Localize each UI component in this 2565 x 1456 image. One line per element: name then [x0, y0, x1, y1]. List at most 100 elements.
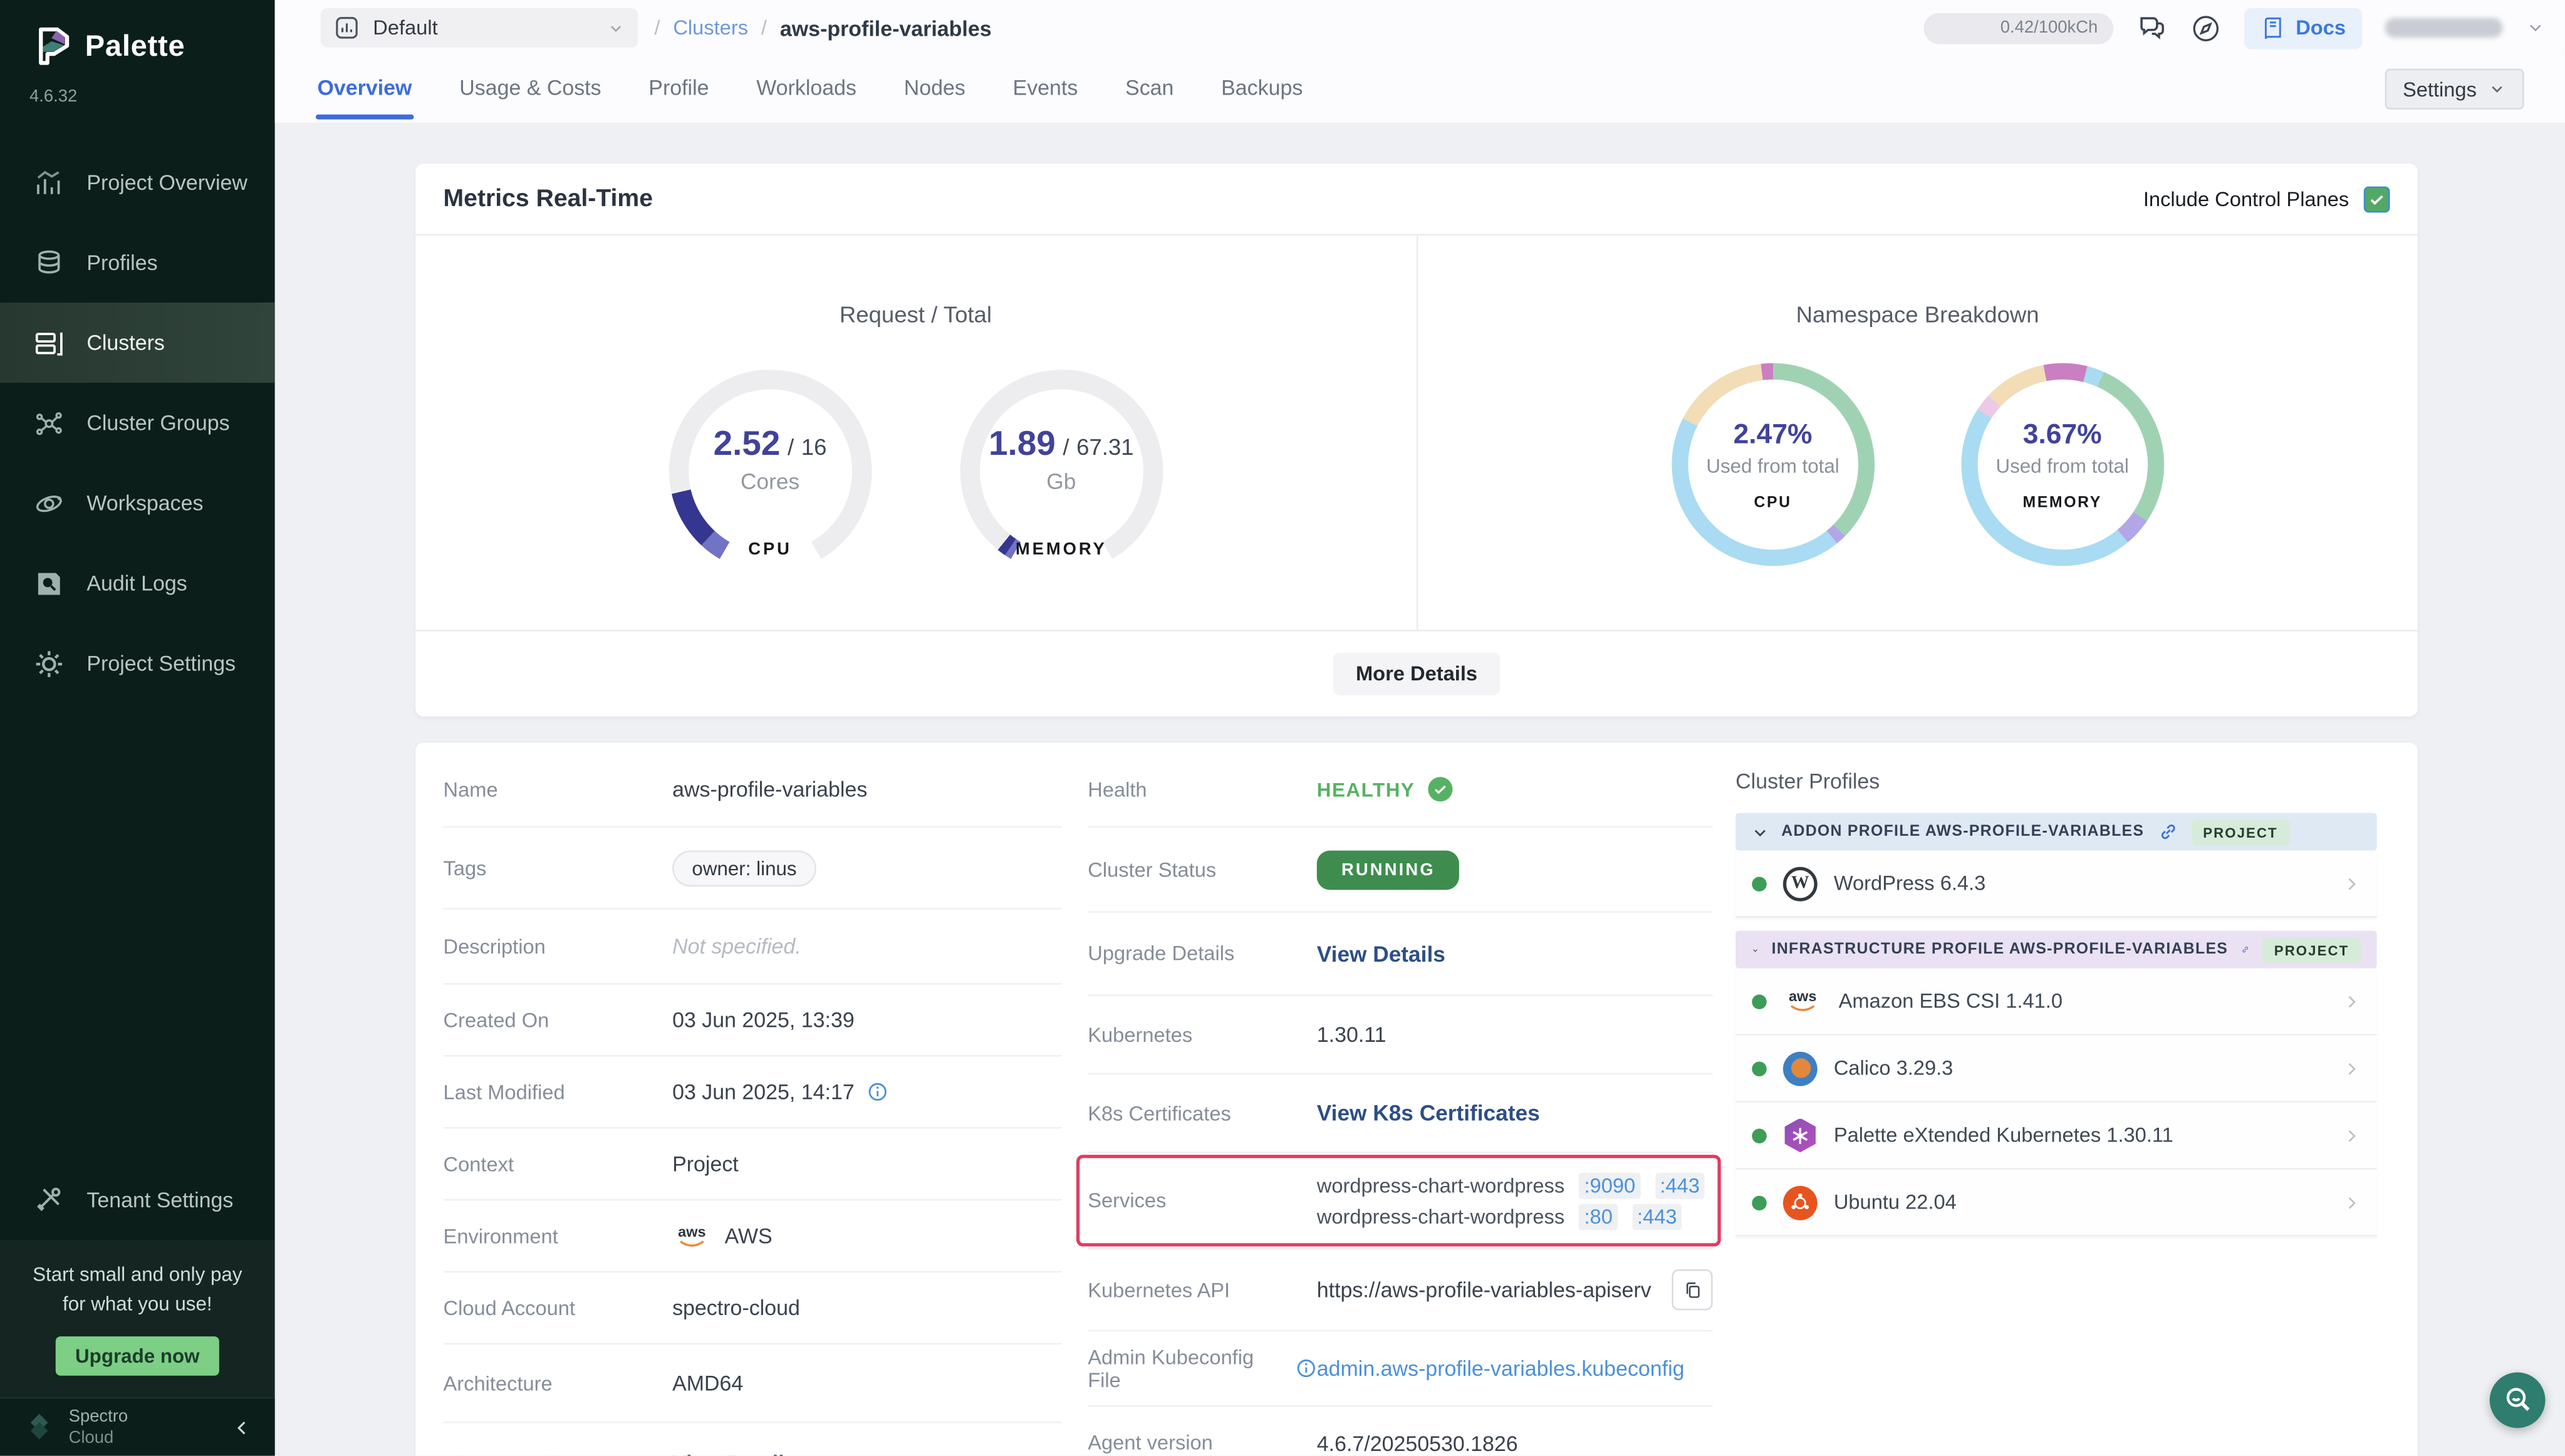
sidebar-item-label: Audit Logs [86, 571, 187, 595]
tab-overview[interactable]: Overview [316, 59, 414, 120]
include-control-planes-checkbox[interactable] [2364, 185, 2390, 212]
cpu-request-gauge: 2.52 / 16 Cores CPU [669, 370, 871, 573]
user-chevron-down-icon[interactable] [2526, 18, 2545, 38]
docs-button[interactable]: Docs [2245, 8, 2362, 48]
status-dot [1752, 1195, 1766, 1209]
chevron-down-icon [607, 19, 625, 37]
kubeconfig-download-link[interactable]: admin.aws-profile-variables.kubeconfig [1317, 1356, 1685, 1380]
content: Metrics Real-Time Include Control Planes… [275, 123, 2565, 1456]
app-version: 4.6.32 [0, 73, 275, 106]
brand: Palette [0, 0, 275, 73]
sidebar-item-tenant-settings[interactable]: Tenant Settings [0, 1160, 275, 1240]
gauge-label: MEMORY [960, 540, 1163, 559]
request-total-panel: Request / Total 2.52 / 16 Cores CPU [415, 236, 1417, 630]
status-dot [1752, 1061, 1766, 1075]
info-icon[interactable] [868, 1081, 889, 1103]
scope-label: Default [373, 16, 593, 39]
check-icon [2369, 190, 2385, 207]
cpu-namespace-donut: 2.47% Used from total CPU [1672, 363, 1875, 566]
profile-layer-amazon-ebs-csi[interactable]: aws Amazon EBS CSI 1.41.0 [1735, 969, 2376, 1036]
sidebar-item-workspaces[interactable]: Workspaces [0, 463, 275, 543]
profile-layer-wordpress[interactable]: W WordPress 6.4.3 [1735, 851, 2376, 918]
tab-nodes[interactable]: Nodes [902, 59, 967, 120]
chevron-right-icon [2343, 875, 2361, 893]
ubuntu-logo [1783, 1185, 1818, 1220]
copy-icon[interactable] [1672, 1269, 1712, 1310]
audit-doc-icon [33, 567, 65, 600]
calico-logo [1783, 1051, 1818, 1086]
profile-layer-ubuntu[interactable]: Ubuntu 22.04 [1735, 1170, 2376, 1237]
tab-events[interactable]: Events [1011, 59, 1080, 120]
wordpress-logo: W [1783, 866, 1818, 900]
help-search-button[interactable] [2490, 1373, 2546, 1428]
row-cluster-settings: Cluster Settings View Details [444, 1423, 1062, 1455]
row-created-on: Created On 03 Jun 2025, 13:39 [444, 985, 1062, 1057]
sidebar: Palette 4.6.32 Project Overview Profiles… [0, 0, 275, 1456]
sidebar-item-label: Project Settings [86, 651, 236, 675]
compass-icon[interactable] [2191, 13, 2222, 44]
row-health: Health HEALTHY [1088, 752, 1712, 828]
layers-icon [33, 246, 65, 279]
tab-profile[interactable]: Profile [647, 59, 710, 120]
sidebar-item-clusters[interactable]: Clusters [0, 303, 275, 383]
sidebar-item-label: Profiles [86, 250, 157, 274]
more-details-button[interactable]: More Details [1333, 653, 1500, 695]
gear-icon [33, 647, 65, 680]
sidebar-item-label: Cluster Groups [86, 410, 229, 435]
sidebar-item-audit-logs[interactable]: Audit Logs [0, 543, 275, 623]
memory-request-gauge: 1.89 / 67.31 Gb MEMORY [960, 370, 1163, 573]
service-port-link[interactable]: :9090 [1579, 1172, 1640, 1199]
server-icon [33, 326, 65, 359]
sidebar-item-label: Tenant Settings [86, 1187, 233, 1212]
sidebar-item-label: Workspaces [86, 491, 203, 515]
sidebar-item-profiles[interactable]: Profiles [0, 222, 275, 303]
metrics-title: Metrics Real-Time [444, 185, 653, 212]
network-icon [33, 407, 65, 439]
sidebar-item-label: Project Overview [86, 170, 247, 195]
orbit-icon [33, 487, 65, 519]
chevron-right-icon [2343, 1126, 2361, 1145]
service-port-link[interactable]: :443 [1632, 1203, 1682, 1229]
cluster-settings-view-details-link[interactable]: View Details [672, 1451, 796, 1456]
chevron-down-icon [1752, 942, 1758, 958]
status-dot [1752, 994, 1766, 1008]
collapse-sidebar-icon[interactable] [232, 1417, 252, 1437]
gauge-label: CPU [669, 540, 871, 559]
upgrade-now-button[interactable]: Upgrade now [56, 1336, 219, 1376]
main-area: Default / Clusters / aws-profile-variabl… [275, 0, 2565, 1456]
link-icon [2241, 939, 2250, 960]
scope-chart-icon [334, 14, 360, 41]
healthy-check-icon [1428, 777, 1452, 801]
top-bar: Default / Clusters / aws-profile-variabl… [275, 0, 2565, 56]
chat-icon[interactable] [2137, 13, 2168, 44]
tab-usage-costs[interactable]: Usage & Costs [458, 59, 603, 120]
tab-scan[interactable]: Scan [1123, 59, 1175, 120]
breadcrumb-current: aws-profile-variables [780, 16, 992, 40]
project-scope-selector[interactable]: Default [321, 8, 638, 48]
sidebar-footer: Spectro Cloud [0, 1397, 275, 1456]
cluster-settings-button[interactable]: Settings [2385, 69, 2524, 110]
service-port-link[interactable]: :443 [1655, 1172, 1704, 1199]
palette-app: Palette 4.6.32 Project Overview Profiles… [0, 0, 2565, 1456]
docs-label: Docs [2296, 16, 2346, 39]
profile-layer-calico[interactable]: Calico 3.29.3 [1735, 1036, 2376, 1103]
breadcrumb-clusters-link[interactable]: Clusters [673, 16, 748, 39]
sidebar-item-project-overview[interactable]: Project Overview [0, 142, 275, 222]
infrastructure-profile-group-header[interactable]: INFRASTRUCTURE PROFILE AWS-PROFILE-VARIA… [1735, 931, 2376, 969]
footer-brand: Spectro Cloud [69, 1408, 128, 1447]
profile-layer-palette-extended-kubernetes[interactable]: Palette eXtended Kubernetes 1.30.11 [1735, 1103, 2376, 1170]
tab-workloads[interactable]: Workloads [755, 59, 858, 120]
tab-backups[interactable]: Backups [1220, 59, 1304, 120]
addon-profile-group-header[interactable]: ADDON PROFILE AWS-PROFILE-VARIABLES PROJ… [1735, 813, 2376, 851]
info-icon[interactable] [1296, 1358, 1317, 1379]
tag-pill: owner: linus [672, 850, 816, 885]
service-port-link[interactable]: :80 [1579, 1203, 1618, 1229]
include-control-planes-label: Include Control Planes [2143, 187, 2349, 211]
sidebar-item-cluster-groups[interactable]: Cluster Groups [0, 383, 275, 463]
sidebar-item-project-settings[interactable]: Project Settings [0, 623, 275, 704]
upgrade-view-details-link[interactable]: View Details [1317, 942, 1445, 966]
brand-name: Palette [85, 29, 185, 63]
user-menu[interactable] [2385, 18, 2503, 38]
magnifier-smile-icon [2501, 1384, 2534, 1417]
view-k8s-certificates-link[interactable]: View K8s Certificates [1317, 1101, 1540, 1125]
